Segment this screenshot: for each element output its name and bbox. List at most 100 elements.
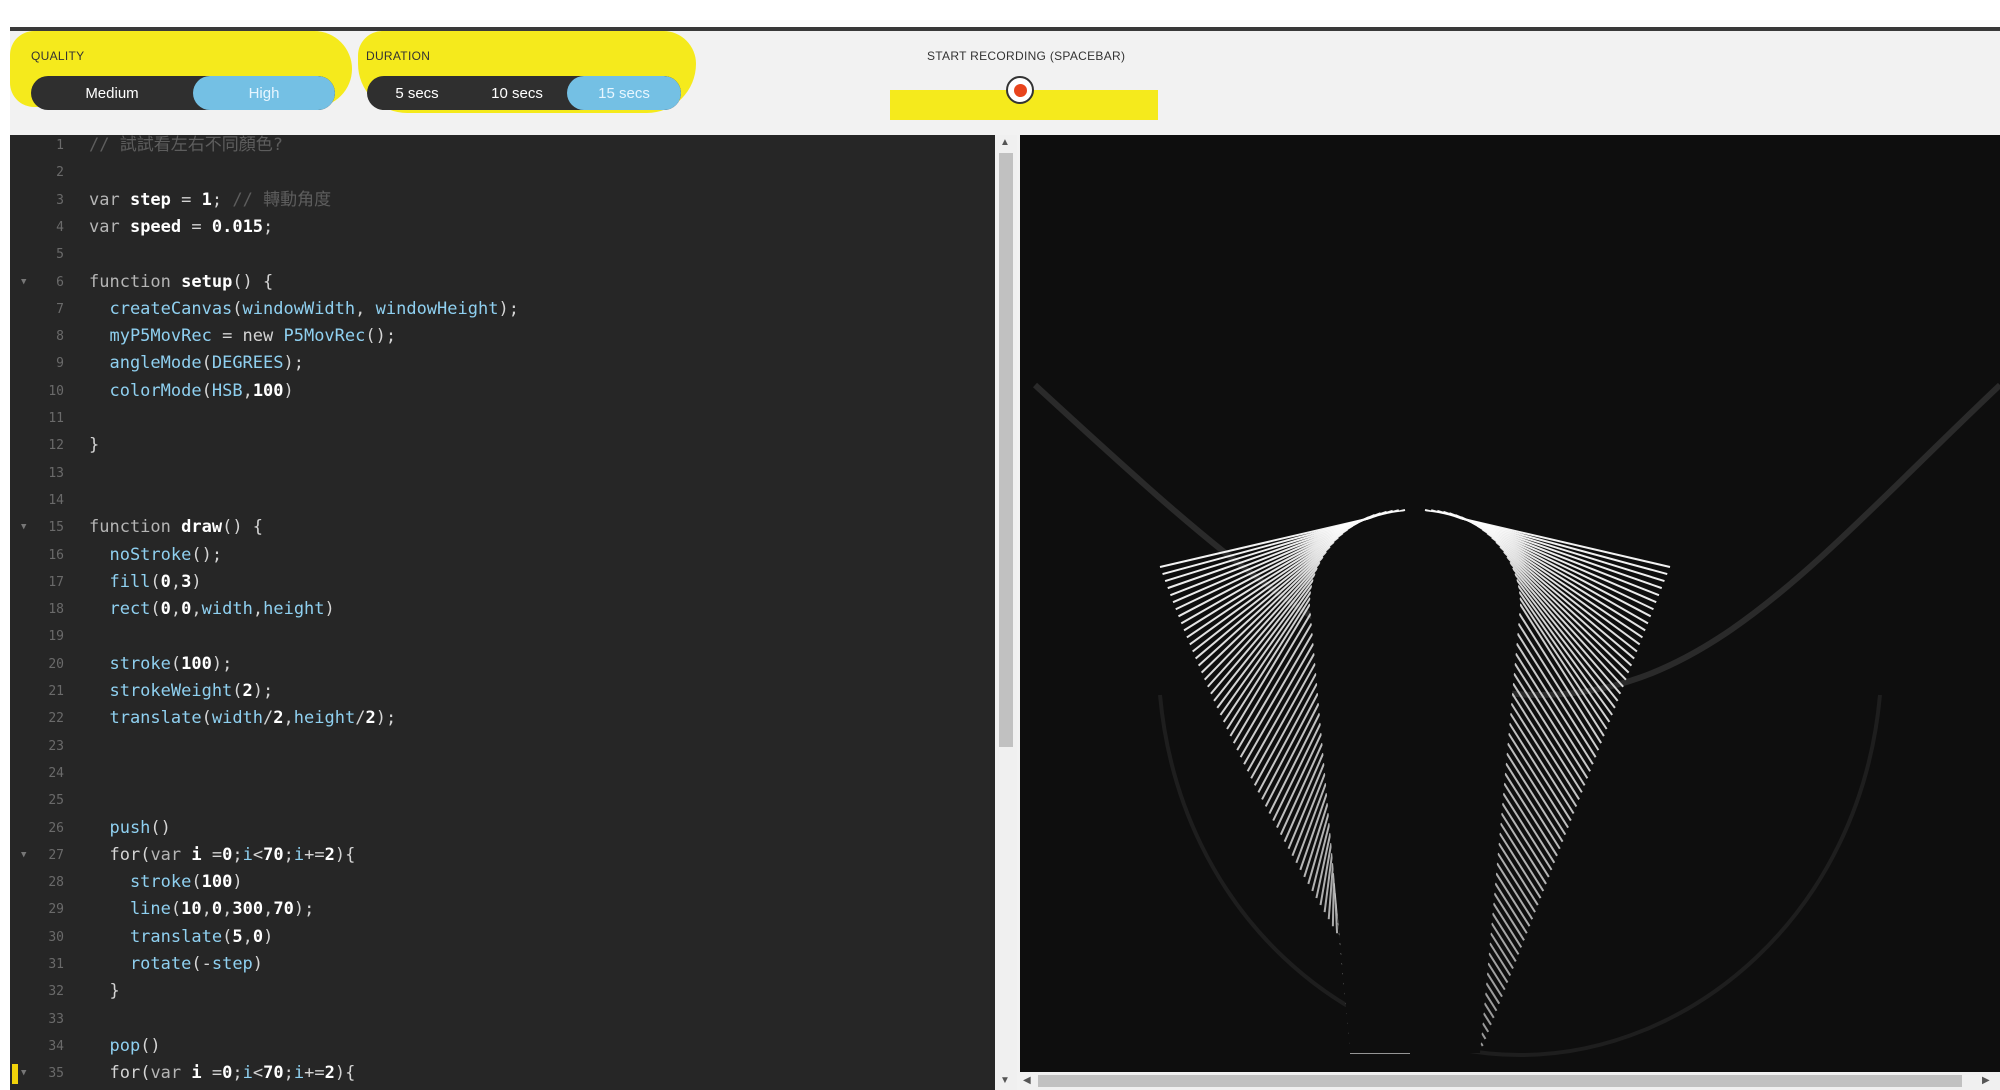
code-token: 100 xyxy=(181,653,212,674)
code-line[interactable]: 4 var speed = 0.015; xyxy=(10,214,995,241)
line-number: 25 xyxy=(48,793,64,809)
code-line[interactable]: 21 strokeWeight(2); xyxy=(10,678,995,705)
line-number: 16 xyxy=(48,547,64,563)
code-token: , xyxy=(170,571,182,592)
duration-5-secs-option[interactable]: 5 secs xyxy=(367,76,467,110)
scroll-left-arrow-icon[interactable]: ◀ xyxy=(1023,1075,1031,1086)
scroll-down-arrow-icon[interactable]: ▼ xyxy=(1000,1075,1010,1086)
code-line[interactable]: 23 xyxy=(10,733,995,760)
sketch-line xyxy=(1510,702,1578,808)
code-text: rotate(-step) xyxy=(89,951,263,978)
code-token: ; xyxy=(232,1063,243,1084)
duration-10-secs-option[interactable]: 10 secs xyxy=(467,76,567,110)
sketch-canvas[interactable] xyxy=(1020,135,2000,1072)
sketch-line xyxy=(1279,742,1324,836)
canvas-horizontal-scrollbar[interactable]: ◀ ▶ xyxy=(1020,1072,2000,1090)
code-line[interactable]: 9 angleMode(DEGREES); xyxy=(10,350,995,377)
duration-toggle: 5 secs 10 secs 15 secs xyxy=(367,76,681,110)
scroll-up-arrow-icon[interactable]: ▲ xyxy=(1000,137,1010,148)
code-line[interactable]: 31 rotate(-step) xyxy=(10,951,995,978)
code-token: var xyxy=(89,189,130,210)
code-token: ; xyxy=(211,189,233,210)
code-line[interactable]: ▼ 15 function draw() { xyxy=(10,514,995,541)
code-token: , xyxy=(170,599,182,620)
code-token: , xyxy=(283,708,294,729)
editor-scroll-thumb[interactable] xyxy=(999,153,1013,747)
code-token: += xyxy=(304,1063,325,1084)
code-line[interactable]: 7 createCanvas(windowWidth, windowHeight… xyxy=(10,296,995,323)
code-token: function xyxy=(89,517,182,538)
code-text: fill(0,3) xyxy=(89,569,201,596)
fold-arrow-icon[interactable]: ▼ xyxy=(21,842,26,869)
code-line[interactable]: 5 xyxy=(10,241,995,268)
code-line[interactable]: 24 xyxy=(10,760,995,787)
sketch-line xyxy=(1496,862,1534,920)
code-line[interactable]: ▼ 27 for(var i =0;i<70;i+=2){ xyxy=(10,842,995,869)
code-line[interactable]: 18 rect(0,0,width,height) xyxy=(10,596,995,623)
record-icon xyxy=(1013,83,1027,97)
code-token: 1 xyxy=(201,189,212,210)
fold-arrow-icon[interactable]: ▼ xyxy=(21,514,26,541)
code-line[interactable]: 13 xyxy=(10,460,995,487)
code-line[interactable]: 2 xyxy=(10,159,995,186)
code-line[interactable]: 25 xyxy=(10,787,995,814)
quality-label: QUALITY xyxy=(31,49,85,63)
sketch-line xyxy=(1490,922,1517,962)
code-line[interactable]: 14 xyxy=(10,487,995,514)
editor-vertical-scrollbar[interactable]: ▲ ▼ xyxy=(995,135,1017,1090)
quality-high-option[interactable]: High xyxy=(193,76,335,110)
sketch-line xyxy=(1512,682,1583,793)
code-line[interactable]: 34 pop() xyxy=(10,1033,995,1060)
code-line[interactable]: 17 fill(0,3) xyxy=(10,569,995,596)
code-line[interactable]: 19 xyxy=(10,623,995,650)
canvas-scroll-thumb[interactable] xyxy=(1038,1075,1962,1087)
code-token: i xyxy=(293,1063,305,1084)
code-text: stroke(100); xyxy=(89,651,232,678)
code-text: strokeWeight(2); xyxy=(89,678,273,705)
sketch-line xyxy=(1495,872,1531,927)
code-token: i xyxy=(242,844,253,865)
code-line[interactable]: 26 push() xyxy=(10,815,995,842)
code-token: ( xyxy=(191,872,202,893)
code-token: , xyxy=(222,899,233,920)
line-number: 1 xyxy=(56,138,64,153)
code-token: ) xyxy=(232,872,243,893)
code-token: line xyxy=(89,899,171,920)
code-token: ){ xyxy=(334,1063,356,1084)
code-line[interactable]: 20 stroke(100); xyxy=(10,651,995,678)
line-number: 34 xyxy=(48,1038,64,1054)
code-line[interactable]: 16 noStroke(); xyxy=(10,542,995,569)
code-text: var step = 1; // 轉動角度 xyxy=(89,187,331,214)
code-token: ( xyxy=(140,1063,151,1084)
code-text: createCanvas(windowWidth, windowHeight); xyxy=(89,296,518,323)
code-line[interactable]: 11 xyxy=(10,405,995,432)
code-token: / xyxy=(355,708,366,729)
code-line[interactable]: 10 colorMode(HSB,100) xyxy=(10,378,995,405)
code-line[interactable]: 28 stroke(100) xyxy=(10,869,995,896)
code-line[interactable]: 3 var step = 1; // 轉動角度 xyxy=(10,187,995,214)
code-line[interactable]: 30 translate(5,0) xyxy=(10,924,995,951)
code-line[interactable]: 22 translate(width/2,height/2); xyxy=(10,705,995,732)
code-token: HSB xyxy=(211,380,243,401)
code-token: = new xyxy=(211,326,284,347)
fold-arrow-icon[interactable]: ▼ xyxy=(21,269,26,296)
code-line[interactable]: 29 line(10,0,300,70); xyxy=(10,896,995,923)
code-editor[interactable]: 1// 試試看左右不同顏色? 2 3 var step = 1; // 轉動角度 4 va… xyxy=(10,135,995,1090)
start-recording-button[interactable] xyxy=(1006,76,1034,104)
fold-arrow-icon[interactable]: ▼ xyxy=(21,1060,26,1087)
code-token: myP5MovRec xyxy=(89,326,212,347)
code-line[interactable]: ▼ 35 for(var i =0;i<70;i+=2){ xyxy=(10,1060,995,1087)
code-token: width xyxy=(211,708,264,729)
code-line[interactable]: 33 xyxy=(10,1006,995,1033)
code-token: ); xyxy=(252,681,274,701)
code-line[interactable]: ▼ 6 function setup() { xyxy=(10,269,995,296)
code-token: strokeWeight xyxy=(89,681,233,701)
scroll-right-arrow-icon[interactable]: ▶ xyxy=(1982,1075,1990,1086)
code-line[interactable]: 8 myP5MovRec = new P5MovRec(); xyxy=(10,323,995,350)
duration-15-secs-option[interactable]: 15 secs xyxy=(567,76,681,110)
code-token: ){ xyxy=(334,844,356,865)
code-line[interactable]: 32 } xyxy=(10,978,995,1005)
code-line[interactable]: 12} xyxy=(10,432,995,459)
code-line[interactable]: 1 // 試試看左右不同顏色? xyxy=(10,135,995,159)
quality-medium-option[interactable]: Medium xyxy=(31,76,193,110)
